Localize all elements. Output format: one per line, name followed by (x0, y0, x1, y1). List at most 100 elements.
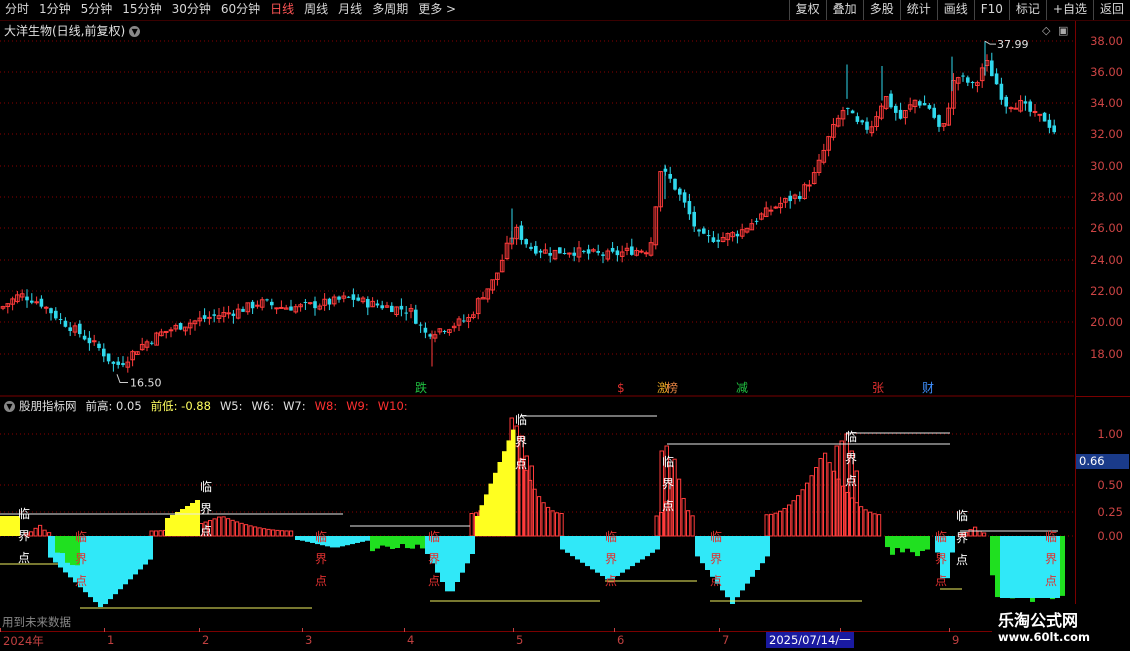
toolbar-button-1[interactable]: 叠加 (826, 0, 863, 20)
candle-body (390, 306, 394, 312)
indicator-cyan-bar (745, 536, 750, 584)
indicator-green-bar (905, 536, 910, 549)
indicator-red-bar (43, 530, 46, 536)
indicator-red-bar (231, 520, 234, 536)
candle-body (769, 210, 773, 211)
date-tick-mark (302, 628, 303, 632)
signal-label: 财 (922, 381, 934, 395)
toolbar-button-4[interactable]: 画线 (937, 0, 974, 20)
indicator-value-0: 前高: 0.05 (86, 399, 142, 413)
diamond-icon[interactable]: ◇ (1042, 24, 1050, 37)
indicator-cyan-bar (740, 536, 745, 590)
indicator-cyan-bar (625, 536, 630, 569)
toolbar-button-0[interactable]: 复权 (789, 0, 826, 20)
indicator-value-6: W9: (346, 399, 369, 413)
tab-period-6[interactable]: 日线 (265, 0, 299, 20)
critical-point-mark: 界 (845, 452, 857, 466)
candle-body (932, 108, 936, 118)
candle-body (102, 349, 106, 357)
indicator-tick-label: 0.50 (1097, 478, 1123, 492)
date-tick-mark (199, 628, 200, 632)
candle-body (208, 317, 212, 318)
candle-body (414, 310, 418, 324)
candle-body (347, 297, 351, 298)
candle-body (572, 253, 576, 256)
signal-label: 张 (872, 381, 884, 395)
candle-body (400, 306, 404, 310)
toolbar-button-8[interactable]: 返回 (1093, 0, 1130, 20)
indicator-value-1: 前低: -0.88 (151, 399, 211, 413)
tab-period-9[interactable]: 多周期 (367, 0, 413, 20)
critical-point-mark: 点 (75, 574, 87, 588)
watermark-title: 乐淘公式网 (998, 607, 1078, 631)
date-tick-mark (104, 628, 105, 632)
chevron-down-icon[interactable]: ▼ (129, 26, 140, 37)
critical-point-mark: 临 (845, 430, 857, 444)
watermark-url: www.60lt.com (998, 630, 1090, 644)
candle-body (712, 237, 716, 242)
candle-body (241, 309, 245, 312)
indicator-green-bar (895, 536, 900, 548)
indicator-cyan-bar (655, 536, 660, 550)
price-tick-label: 32.00 (1090, 127, 1123, 141)
critical-point-mark: 点 (200, 524, 212, 538)
indicator-values: 前高: 0.05 前低: -0.88 W5: W6: W7: W8: W9: W10: (81, 399, 412, 413)
tab-period-2[interactable]: 5分钟 (76, 0, 118, 20)
candle-body (755, 221, 759, 222)
toolbar-button-5[interactable]: F10 (974, 0, 1009, 20)
candle-body (774, 207, 778, 208)
candle-body (25, 297, 29, 301)
candle-body (1043, 113, 1047, 122)
indicator-value-7: W10: (378, 399, 408, 413)
tab-period-0[interactable]: 分时 (0, 0, 34, 20)
candle-body (112, 362, 116, 364)
candle-body (443, 331, 447, 332)
candle-body (44, 307, 48, 308)
tab-period-7[interactable]: 周线 (299, 0, 333, 20)
critical-point-mark: 界 (515, 435, 527, 449)
indicator-red-bar (281, 531, 284, 536)
candle-body (702, 228, 706, 233)
candle-body (424, 328, 428, 333)
candle-body (596, 251, 600, 253)
tab-period-5[interactable]: 60分钟 (216, 0, 265, 20)
indicator-red-bar (810, 476, 813, 536)
window-restore-icon[interactable]: ▣ (1058, 24, 1068, 37)
indicator-cyan-bar (445, 536, 450, 591)
indicator-yellow-bar (507, 440, 512, 536)
candle-body (88, 338, 92, 343)
toolbar-button-3[interactable]: 统计 (900, 0, 937, 20)
critical-point-mark: 临 (935, 530, 947, 544)
indicator-red-bar (470, 514, 473, 537)
indicator-cyan-bar (148, 536, 153, 560)
indicator-cyan-bar (620, 536, 625, 573)
candle-body (328, 299, 332, 305)
indicator-yellow-bar (493, 473, 498, 536)
indicator-cyan-bar (570, 536, 575, 556)
tab-period-10[interactable]: 更多 > (413, 0, 461, 20)
indicator-red-bar (551, 511, 554, 536)
candle-body (1009, 108, 1013, 109)
tab-period-3[interactable]: 15分钟 (117, 0, 166, 20)
candle-body (59, 319, 63, 320)
indicator-red-bar (788, 505, 791, 536)
tab-period-4[interactable]: 30分钟 (167, 0, 216, 20)
candle-body (1038, 114, 1042, 115)
date-tick-label: 9 (952, 633, 959, 647)
critical-point-mark: 点 (845, 474, 857, 488)
toolbar-button-7[interactable]: +自选 (1046, 0, 1093, 20)
tab-period-1[interactable]: 1分钟 (34, 0, 76, 20)
chevron-down-icon[interactable]: ▼ (4, 401, 15, 412)
candle-body (1028, 101, 1032, 111)
indicator-cyan-bar (1012, 536, 1016, 598)
kline-chart[interactable]: 37.9916.50 跌 $ 激榜减张财临界点临界点临界点 临界点临界点临界点临界点临界… (0, 21, 1074, 630)
toolbar-button-2[interactable]: 多股 (863, 0, 900, 20)
date-tick-mark (614, 628, 615, 632)
toolbar-button-6[interactable]: 标记 (1009, 0, 1046, 20)
candle-body (788, 196, 792, 201)
candle-body (337, 297, 341, 300)
indicator-green-bar (900, 536, 905, 552)
candle-body (798, 196, 802, 199)
tab-period-8[interactable]: 月线 (333, 0, 367, 20)
indicator-green-bar (420, 536, 425, 548)
